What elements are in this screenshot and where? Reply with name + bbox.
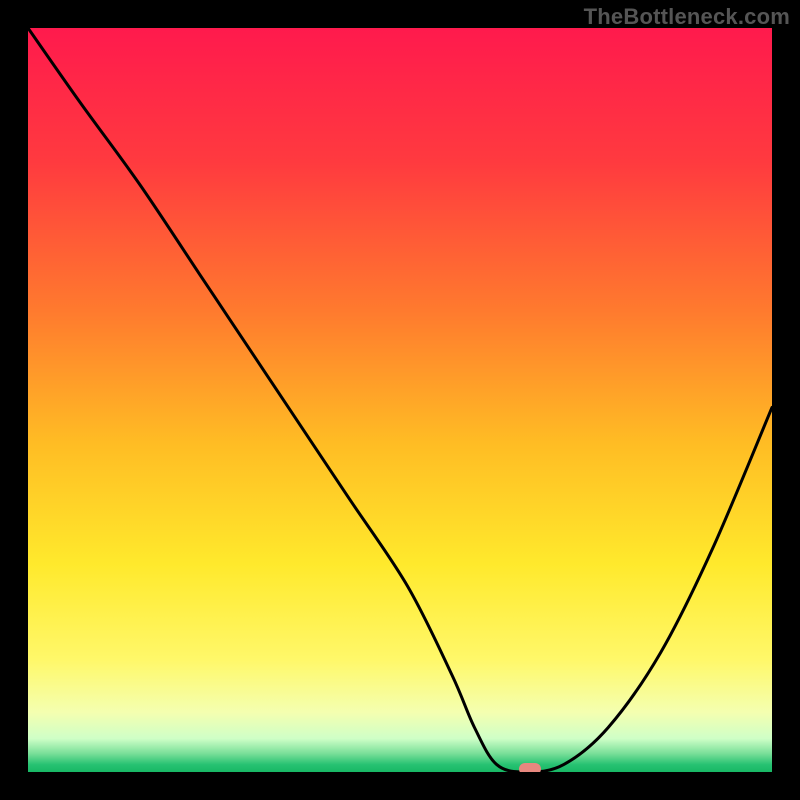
gradient-background-svg [28,28,772,772]
chart-frame: TheBottleneck.com [0,0,800,800]
watermark-text: TheBottleneck.com [584,4,790,30]
plot-area [28,28,772,772]
optimal-marker [519,763,541,772]
gradient-rect [28,28,772,772]
